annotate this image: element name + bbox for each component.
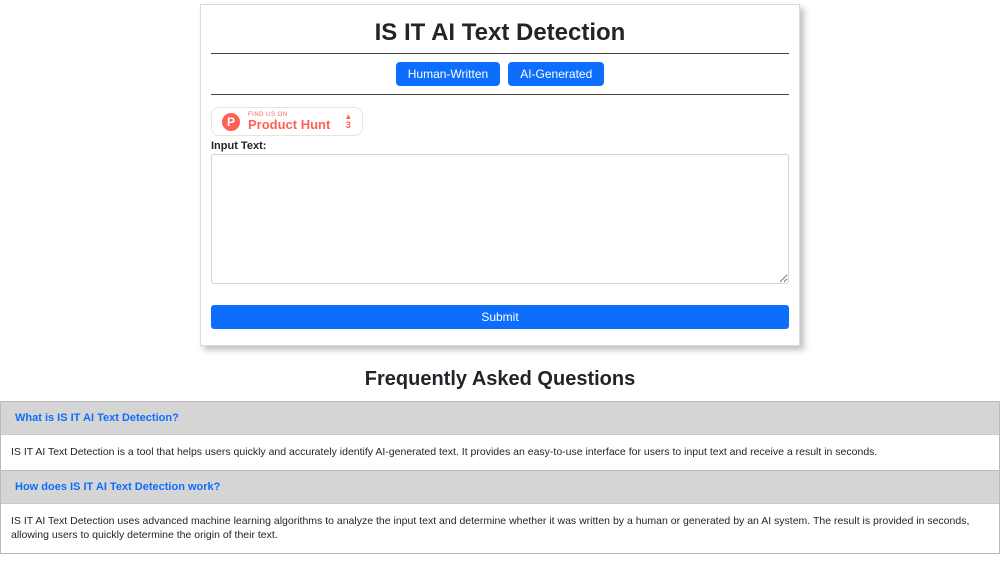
submit-button[interactable]: Submit — [211, 305, 789, 329]
product-hunt-icon: P — [222, 113, 240, 131]
faq-item: How does IS IT AI Text Detection work? I… — [0, 471, 1000, 554]
divider — [211, 53, 789, 54]
main-card: IS IT AI Text Detection Human-Written AI… — [200, 4, 800, 346]
input-text-label: Input Text: — [211, 140, 789, 152]
faq-answer: IS IT AI Text Detection is a tool that h… — [1, 434, 999, 470]
divider — [211, 94, 789, 95]
faq-question[interactable]: How does IS IT AI Text Detection work? — [1, 471, 999, 503]
faq-answer: IS IT AI Text Detection uses advanced ma… — [1, 503, 999, 553]
page-title: IS IT AI Text Detection — [211, 19, 789, 47]
product-hunt-name: Product Hunt — [248, 118, 330, 131]
tab-ai-generated[interactable]: AI-Generated — [508, 62, 604, 86]
input-text-area[interactable] — [211, 154, 789, 284]
tab-row: Human-Written AI-Generated — [211, 62, 789, 86]
product-hunt-badge[interactable]: P FIND US ON Product Hunt ▲ 3 — [211, 107, 363, 136]
faq-question[interactable]: What is IS IT AI Text Detection? — [1, 402, 999, 434]
faq-item: What is IS IT AI Text Detection? IS IT A… — [0, 401, 1000, 471]
tab-human-written[interactable]: Human-Written — [396, 62, 500, 86]
faq-heading: Frequently Asked Questions — [0, 368, 1000, 391]
upvote-count: 3 — [346, 121, 351, 130]
